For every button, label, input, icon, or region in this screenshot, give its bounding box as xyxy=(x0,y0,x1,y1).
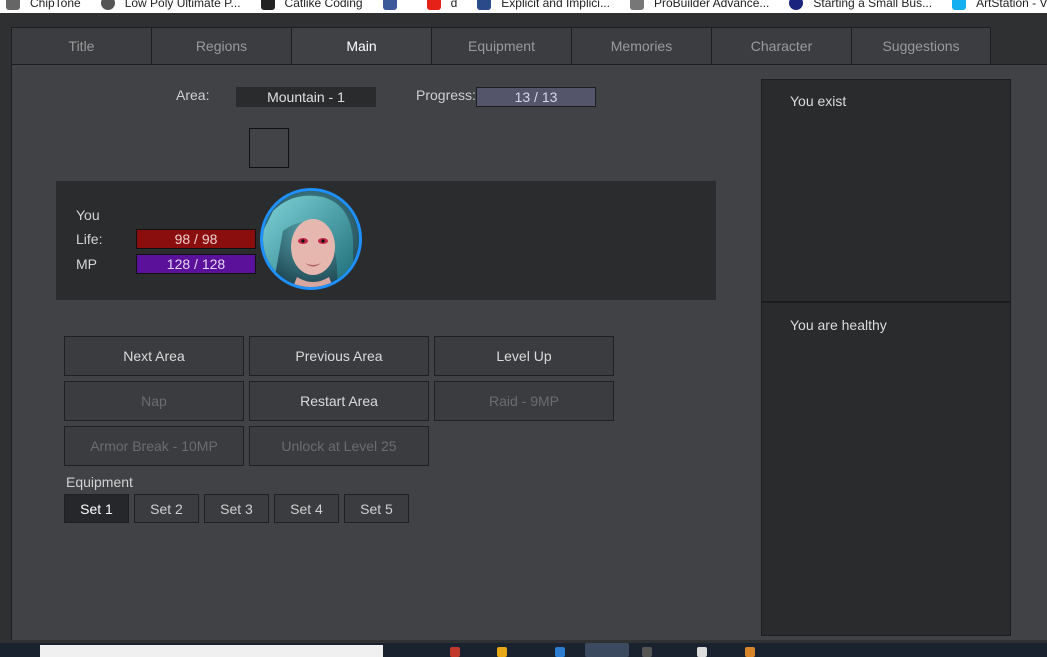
progress-label: Progress: xyxy=(416,87,476,103)
folder-icon[interactable] xyxy=(497,647,507,657)
app-icon[interactable] xyxy=(555,647,565,657)
area-value: Mountain - 1 xyxy=(236,87,376,107)
next-area-button[interactable]: Next Area xyxy=(64,336,244,376)
globe-icon xyxy=(100,0,115,10)
equipment-set-5-button[interactable]: Set 5 xyxy=(344,494,409,523)
tab-regions[interactable]: Regions xyxy=(151,27,291,65)
bookmark-facebook[interactable] xyxy=(382,0,407,10)
app-icon[interactable] xyxy=(745,647,755,657)
log-panel-top: You exist xyxy=(761,79,1011,302)
unlock-button[interactable]: Unlock at Level 25 xyxy=(249,426,429,466)
equipment-label: Equipment xyxy=(66,474,133,490)
tab-title[interactable]: Title xyxy=(11,27,151,65)
catlike-icon xyxy=(260,0,275,10)
bookmark-artstation[interactable]: ArtStation - Vitaliy... xyxy=(952,0,1047,10)
taskbar-search-input[interactable] xyxy=(40,645,383,657)
facebook-icon xyxy=(382,0,397,10)
equipment-set-1-button[interactable]: Set 1 xyxy=(64,494,129,523)
armor-break-button[interactable]: Armor Break - 10MP xyxy=(64,426,244,466)
mp-label: MP xyxy=(76,256,97,272)
character-panel: You Life: 98 / 98 MP 128 / 128 xyxy=(56,181,716,300)
avatar-portrait xyxy=(263,191,359,287)
log-message-exist: You exist xyxy=(790,93,847,109)
tab-character[interactable]: Character xyxy=(711,27,851,65)
area-label: Area: xyxy=(176,87,210,103)
app-icon[interactable] xyxy=(642,647,652,657)
bookmark-probuilder[interactable]: ProBuilder Advance... xyxy=(629,0,769,10)
enemy-slot xyxy=(249,128,289,168)
equipment-set-3-button[interactable]: Set 3 xyxy=(204,494,269,523)
bookmarks-bar: ChipTone Low Poly Ultimate P... Catlike … xyxy=(0,0,1047,13)
bookmark-catlike[interactable]: Catlike Coding xyxy=(260,0,363,10)
log-message-healthy: You are healthy xyxy=(790,317,887,333)
level-up-button[interactable]: Level Up xyxy=(434,336,614,376)
bookmark-low-poly[interactable]: Low Poly Ultimate P... xyxy=(100,0,241,10)
seal-icon xyxy=(789,0,804,10)
bookmark-youtube[interactable]: d xyxy=(426,0,457,10)
chrome-icon[interactable] xyxy=(585,643,629,657)
tab-memories[interactable]: Memories xyxy=(571,27,711,65)
bookmark-chiptone[interactable]: ChipTone xyxy=(6,0,81,10)
raid-button[interactable]: Raid - 9MP xyxy=(434,381,614,421)
life-bar: 98 / 98 xyxy=(136,229,256,249)
tab-main[interactable]: Main xyxy=(291,27,431,65)
bookmark-explicit[interactable]: Explicit and Implici... xyxy=(477,0,610,10)
equipment-set-4-button[interactable]: Set 4 xyxy=(274,494,339,523)
app-icon[interactable] xyxy=(697,647,707,657)
page-icon xyxy=(477,0,492,10)
taskbar xyxy=(0,643,1047,657)
nap-button[interactable]: Nap xyxy=(64,381,244,421)
artstation-icon xyxy=(952,0,967,10)
app-icon[interactable] xyxy=(450,647,460,657)
equipment-set-2-button[interactable]: Set 2 xyxy=(134,494,199,523)
main-tabs: Title Regions Main Equipment Memories Ch… xyxy=(11,27,991,65)
bookmark-small-business[interactable]: Starting a Small Bus... xyxy=(789,0,932,10)
avatar xyxy=(260,188,362,290)
life-label: Life: xyxy=(76,231,103,247)
mp-bar: 128 / 128 xyxy=(136,254,256,274)
progress-value: 13 / 13 xyxy=(476,87,596,107)
log-panel-bottom: You are healthy xyxy=(761,302,1011,636)
character-name: You xyxy=(76,207,100,223)
youtube-icon xyxy=(426,0,441,10)
tab-equipment[interactable]: Equipment xyxy=(431,27,571,65)
chiptone-icon xyxy=(6,0,20,10)
tab-suggestions[interactable]: Suggestions xyxy=(851,27,991,65)
restart-area-button[interactable]: Restart Area xyxy=(249,381,429,421)
previous-area-button[interactable]: Previous Area xyxy=(249,336,429,376)
anchor-icon xyxy=(629,0,644,10)
